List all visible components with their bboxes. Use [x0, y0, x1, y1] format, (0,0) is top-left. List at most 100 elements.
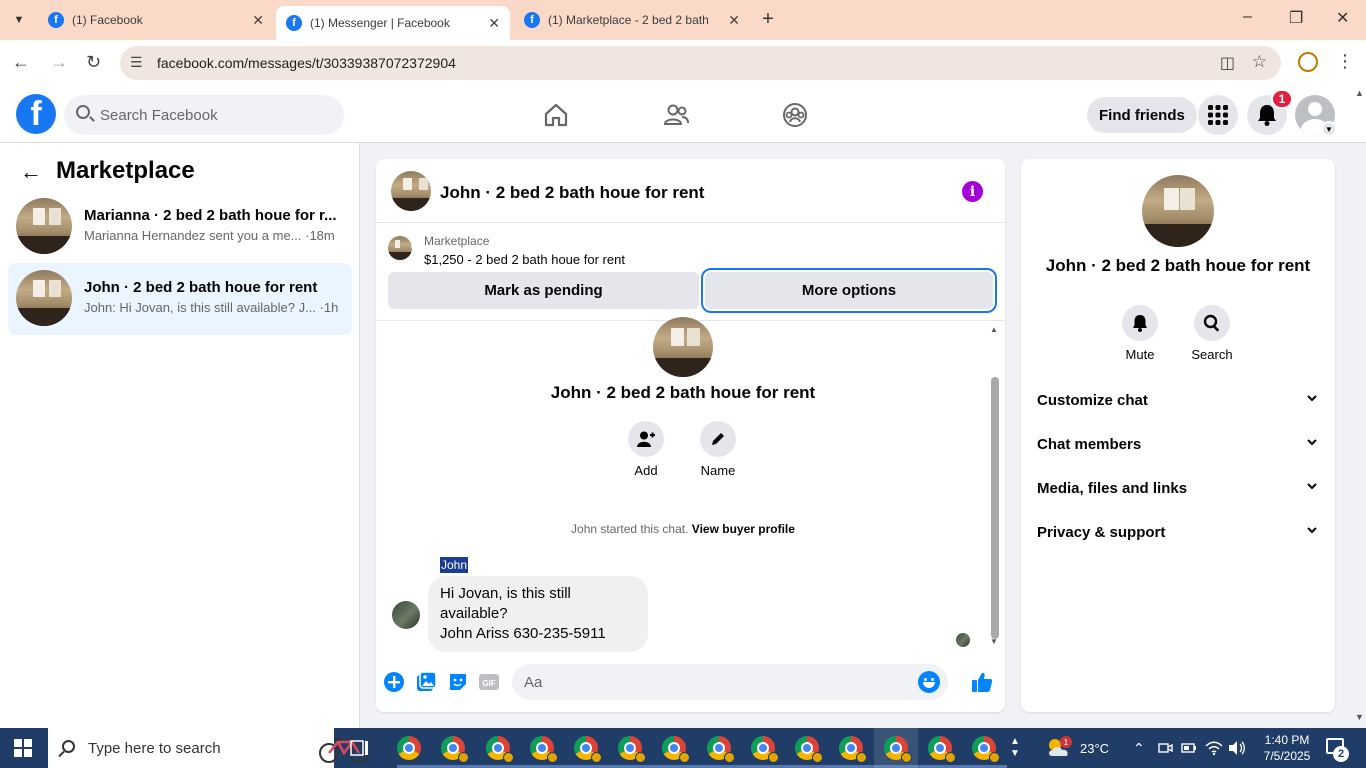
- customize-chat-section[interactable]: Customize chat: [1029, 381, 1327, 421]
- conversation-item-john[interactable]: John · 2 bed 2 bath houe for rent John: …: [8, 263, 352, 335]
- url-text[interactable]: facebook.com/messages/t/3033938707237290…: [157, 55, 456, 71]
- conversation-item-marianna[interactable]: Marianna · 2 bed 2 bath houe for r... Ma…: [8, 191, 352, 263]
- facebook-search[interactable]: [64, 95, 344, 135]
- plus-circle-icon[interactable]: [383, 671, 405, 693]
- groups-icon[interactable]: [782, 102, 808, 128]
- taskbar-clock[interactable]: 1:40 PM 7/5/2025: [1252, 732, 1322, 764]
- message-bubble[interactable]: Hi Jovan, is this still available? John …: [428, 576, 648, 652]
- chrome-app-icon[interactable]: [795, 736, 823, 763]
- marketplace-listing-bar: Marketplace $1,250 - 2 bed 2 bath houe f…: [376, 224, 1005, 321]
- install-app-icon[interactable]: ◫: [1220, 53, 1235, 73]
- chrome-app-icon[interactable]: [530, 736, 558, 763]
- scroll-down-icon[interactable]: ▼: [1355, 712, 1364, 722]
- mark-as-pending-button[interactable]: Mark as pending: [388, 272, 699, 309]
- listing-mini-thumbnail[interactable]: [388, 236, 412, 260]
- info-avatar[interactable]: [1142, 175, 1214, 247]
- gif-icon[interactable]: GIF: [478, 671, 500, 693]
- view-buyer-profile-link[interactable]: View buyer profile: [692, 522, 795, 536]
- account-chevron-down-icon[interactable]: ▼: [1321, 121, 1337, 137]
- emoji-icon[interactable]: [918, 671, 940, 693]
- new-tab-icon[interactable]: +: [757, 8, 779, 31]
- windows-start-icon[interactable]: [14, 739, 32, 757]
- tab-facebook[interactable]: f (1) Facebook ✕: [38, 0, 274, 40]
- chrome-app-icon[interactable]: [486, 736, 514, 763]
- chrome-app-icon[interactable]: [751, 736, 779, 763]
- weather-alert-badge: 1: [1060, 736, 1072, 748]
- menu-grid-button[interactable]: [1198, 95, 1238, 135]
- temperature[interactable]: 23°C: [1080, 728, 1109, 768]
- reload-icon[interactable]: ↻: [86, 52, 101, 73]
- photo-icon[interactable]: [415, 671, 437, 693]
- forward-icon[interactable]: →: [50, 52, 68, 73]
- sidebar-title: Marketplace: [56, 157, 195, 184]
- message-input[interactable]: [524, 664, 914, 700]
- browser-menu-icon[interactable]: ⋮: [1336, 51, 1354, 72]
- close-tab-icon[interactable]: ✕: [728, 12, 740, 29]
- chrome-app-icon[interactable]: [839, 736, 867, 763]
- message-input-wrapper[interactable]: [512, 664, 948, 700]
- listing-price-title[interactable]: $1,250 - 2 bed 2 bath houe for rent: [424, 252, 625, 267]
- facebook-search-input[interactable]: [100, 95, 330, 135]
- thumbs-up-icon[interactable]: [971, 671, 993, 693]
- bookmark-star-icon[interactable]: ☆: [1252, 52, 1267, 72]
- task-view-icon[interactable]: [350, 739, 370, 757]
- scrollbar-thumb[interactable]: [991, 377, 999, 639]
- privacy-support-section[interactable]: Privacy & support: [1029, 513, 1327, 553]
- chrome-app-icon[interactable]: [972, 736, 1000, 763]
- chrome-app-icon[interactable]: [707, 736, 735, 763]
- chrome-app-icon[interactable]: [441, 736, 469, 763]
- chat-title[interactable]: John · 2 bed 2 bath houe for rent: [440, 183, 704, 203]
- more-options-button[interactable]: More options: [701, 268, 997, 313]
- back-icon[interactable]: ←: [12, 52, 30, 73]
- page-scrollbar[interactable]: ▲ ▼: [1352, 88, 1366, 728]
- site-info-icon[interactable]: ☰: [130, 54, 143, 71]
- info-icon[interactable]: i: [962, 181, 983, 202]
- scroll-down-icon[interactable]: ▼: [990, 637, 998, 646]
- chrome-app-icon[interactable]: [928, 736, 956, 763]
- show-hidden-icons-chevron-icon[interactable]: ⌃: [1133, 728, 1145, 768]
- facebook-favicon-icon: f: [286, 15, 302, 31]
- close-tab-icon[interactable]: ✕: [488, 15, 500, 32]
- notification-badge: 1: [1271, 89, 1293, 109]
- tab-search-dropdown-icon[interactable]: ▼: [6, 8, 32, 32]
- facebook-logo-icon[interactable]: f: [16, 94, 56, 134]
- close-window-icon[interactable]: ✕: [1336, 8, 1349, 28]
- tab-messenger[interactable]: f (1) Messenger | Facebook ✕: [276, 6, 510, 40]
- close-tab-icon[interactable]: ✕: [252, 12, 264, 29]
- wifi-icon[interactable]: [1205, 740, 1223, 756]
- restore-icon[interactable]: ❐: [1289, 8, 1303, 28]
- name-label: Name: [700, 463, 736, 478]
- battery-icon[interactable]: [1180, 740, 1198, 756]
- sender-avatar[interactable]: [392, 601, 420, 629]
- back-arrow-icon[interactable]: ←: [20, 159, 42, 185]
- chrome-app-icon[interactable]: [574, 736, 602, 763]
- chat-members-section[interactable]: Chat members: [1029, 425, 1327, 465]
- chrome-app-icon[interactable]: [397, 736, 421, 760]
- find-friends-button[interactable]: Find friends: [1087, 97, 1197, 133]
- pencil-icon: [712, 433, 724, 445]
- chrome-app-icon[interactable]: [662, 736, 690, 763]
- minimize-icon[interactable]: –: [1243, 8, 1252, 26]
- scroll-up-icon[interactable]: ▲: [990, 325, 998, 334]
- omnibox[interactable]: ☰ facebook.com/messages/t/30339387072372…: [120, 46, 1281, 80]
- mute-button[interactable]: Mute: [1110, 305, 1170, 362]
- meet-now-icon[interactable]: [1157, 740, 1173, 756]
- add-people-button[interactable]: Add: [616, 421, 676, 478]
- friends-icon[interactable]: [663, 102, 689, 128]
- media-files-links-section[interactable]: Media, files and links: [1029, 469, 1327, 509]
- name-chat-button[interactable]: Name: [688, 421, 748, 478]
- browser-profile-icon[interactable]: [1298, 52, 1318, 72]
- taskbar-overflow-icon[interactable]: ▲ ▼: [1010, 736, 1020, 760]
- chrome-app-icon[interactable]: [618, 736, 646, 763]
- tab-marketplace[interactable]: f (1) Marketplace - 2 bed 2 bath ✕: [514, 0, 750, 40]
- thread-scrollbar[interactable]: ▲ ▼: [988, 325, 1000, 649]
- sticker-icon[interactable]: [447, 671, 469, 693]
- chrome-app-icon[interactable]: [884, 736, 912, 763]
- taskbar-search-box[interactable]: Type here to search: [48, 728, 369, 768]
- search-in-conversation-button[interactable]: Search: [1182, 305, 1242, 362]
- home-icon[interactable]: [543, 102, 569, 128]
- message-thread[interactable]: John · 2 bed 2 bath houe for rent Add Na…: [376, 317, 1005, 652]
- volume-icon[interactable]: [1228, 740, 1246, 756]
- chat-avatar[interactable]: [391, 171, 431, 211]
- scroll-up-icon[interactable]: ▲: [1355, 88, 1364, 98]
